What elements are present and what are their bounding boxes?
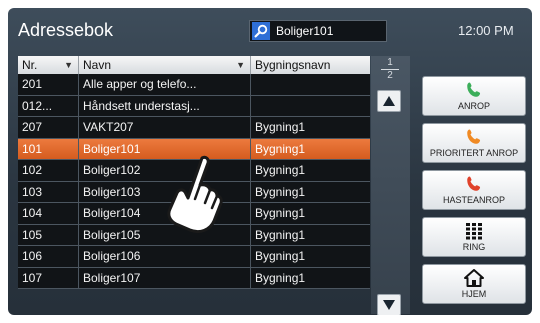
home-icon [464,269,484,287]
table-header: Nr. ▼ Navn ▼ Bygningsnavn [18,56,370,74]
table-row[interactable]: 201 Alle apper og telefo... [18,74,370,96]
tap-hand-icon [167,155,223,234]
triangle-down-icon [383,300,395,310]
clock: 12:00 PM [458,23,514,38]
phone-icon [467,129,481,144]
priority-call-button[interactable]: PRIORITERT ANROP [422,123,526,163]
phone-icon [467,82,481,97]
table-row[interactable]: 106 Boliger106 Bygning1 [18,246,370,268]
column-header-bygningsnavn[interactable]: Bygningsnavn [251,56,370,74]
table-row[interactable]: 107 Boliger107 Bygning1 [18,267,370,289]
search-field[interactable]: Boliger101 [249,20,387,42]
column-header-nr[interactable]: Nr. ▼ [18,56,79,74]
page-indicator: 1 2 [379,58,401,81]
emergency-call-button[interactable]: HASTEANROP [422,170,526,210]
address-book-screen: Adressebok Boliger101 12:00 PM Nr. ▼ Nav… [8,8,532,315]
table-row[interactable]: 207 VAKT207 Bygning1 [18,117,370,139]
scroll-column: 1 2 [371,56,410,315]
column-header-navn[interactable]: Navn ▼ [79,56,251,74]
call-button[interactable]: ANROP [422,76,526,116]
scroll-up-button[interactable] [377,90,401,112]
ring-button[interactable]: RING [422,217,526,257]
search-icon[interactable] [252,22,270,40]
sort-down-icon: ▼ [64,60,73,70]
sort-down-icon: ▼ [236,60,245,70]
scroll-down-button[interactable] [377,294,401,315]
search-value: Boliger101 [276,24,334,38]
keypad-icon [466,223,482,240]
triangle-up-icon [383,96,395,106]
page-title: Adressebok [18,20,114,40]
home-button[interactable]: HJEM [422,264,526,304]
phone-icon [467,176,481,191]
action-buttons: ANROP PRIORITERT ANROP HASTEANROP RING H… [422,76,526,311]
table-row[interactable]: 012... Håndsett understasj... [18,95,370,117]
